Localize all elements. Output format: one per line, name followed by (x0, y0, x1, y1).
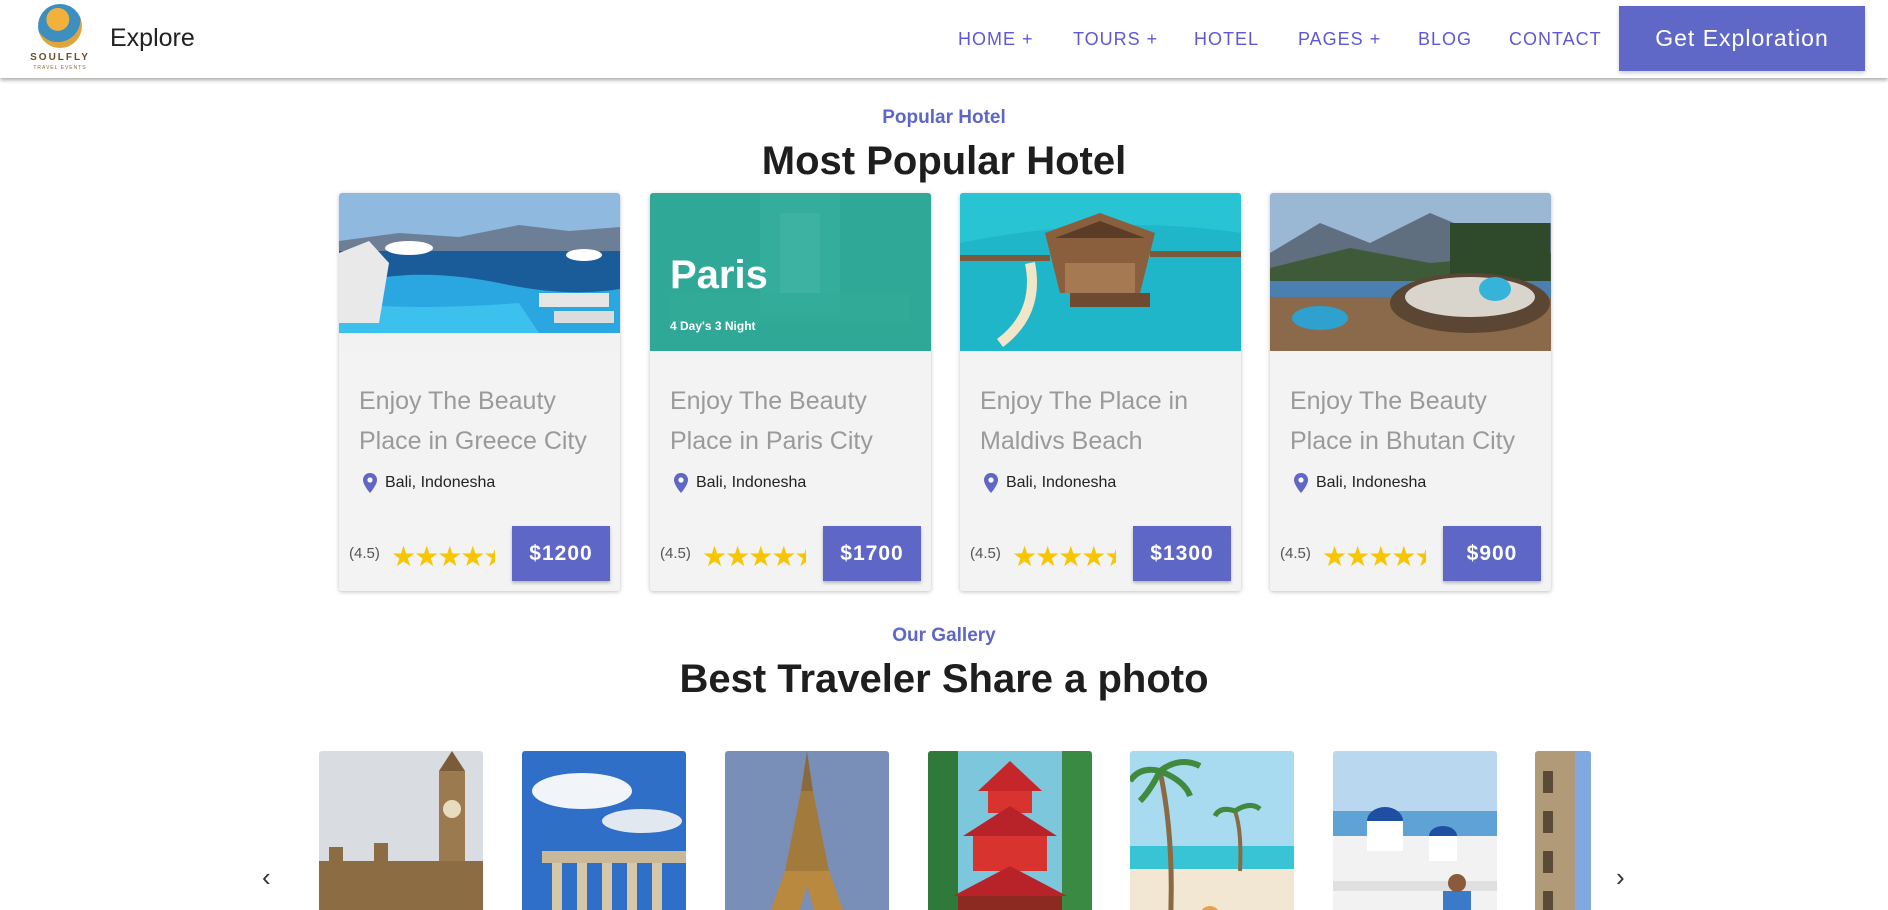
location-text: Bali, Indonesha (385, 474, 496, 491)
paris-hotel-image: Paris 4 Day's 3 Night (650, 193, 931, 351)
price-button[interactable]: $1200 (512, 526, 610, 581)
price-button[interactable]: $1300 (1133, 526, 1231, 581)
logo-tagline: TRAVEL EVENTS (33, 65, 87, 71)
maldives-hotel-image (960, 193, 1241, 351)
rating-value: (4.5) (349, 545, 380, 562)
map-pin-icon (984, 473, 998, 493)
navbar: SOULFLY TRAVEL EVENTS Explore HOME + TOU… (0, 0, 1888, 78)
nav-pages[interactable]: PAGES + (1298, 29, 1381, 50)
star-rating-icon: ★★★★★ (1012, 543, 1116, 571)
chevron-left-icon[interactable]: ‹ (262, 862, 271, 893)
card-location: Bali, Indonesha (674, 473, 806, 493)
hotel-card-paris[interactable]: Paris 4 Day's 3 Night Enjoy The Beauty P… (650, 193, 931, 591)
card-location: Bali, Indonesha (363, 473, 495, 493)
map-pin-icon (1294, 473, 1308, 493)
get-exploration-button[interactable]: Get Exploration (1619, 6, 1865, 71)
gallery-kicker: Our Gallery (892, 625, 996, 646)
nav-contact[interactable]: CONTACT (1509, 29, 1602, 50)
popular-heading: Most Popular Hotel (761, 139, 1127, 183)
star-rating-icon: ★★★★★ (1322, 543, 1426, 571)
gallery-photo-parthenon[interactable] (522, 751, 686, 910)
hotel-card-greece[interactable]: Enjoy The Beauty Place in Greece City Ba… (339, 193, 620, 591)
map-pin-icon (363, 473, 377, 493)
star-rating-icon: ★★★★★ (702, 543, 806, 571)
gallery-photo-santorini[interactable] (1333, 751, 1497, 910)
nav-hotel[interactable]: HOTEL (1194, 29, 1259, 50)
location-text: Bali, Indonesha (1316, 474, 1427, 491)
logo-emblem-icon (38, 4, 82, 48)
overlay-duration: 4 Day's 3 Night (670, 319, 756, 333)
rating-value: (4.5) (1280, 545, 1311, 562)
chevron-right-icon[interactable]: › (1616, 862, 1625, 893)
overlay-city: Paris (670, 253, 768, 297)
card-title[interactable]: Enjoy The Beauty Place in Greece City (359, 381, 609, 461)
gallery-heading: Best Traveler Share a photo (679, 657, 1209, 701)
location-text: Bali, Indonesha (696, 474, 807, 491)
greece-hotel-image (339, 193, 620, 351)
star-rating-icon: ★★★★★ (391, 543, 495, 571)
nav-blog[interactable]: BLOG (1418, 29, 1472, 50)
card-title[interactable]: Enjoy The Place in Maldivs Beach (980, 381, 1230, 461)
soulfly-logo[interactable]: SOULFLY TRAVEL EVENTS (22, 4, 98, 74)
rating-value: (4.5) (660, 545, 691, 562)
location-text: Bali, Indonesha (1006, 474, 1117, 491)
hotel-card-maldives[interactable]: Enjoy The Place in Maldivs Beach Bali, I… (960, 193, 1241, 591)
gallery-photo-pagoda[interactable] (928, 751, 1092, 910)
nav-home[interactable]: HOME + (958, 29, 1034, 50)
popular-kicker: Popular Hotel (882, 107, 1006, 128)
gallery-photo-building[interactable] (1535, 751, 1591, 910)
card-location: Bali, Indonesha (1294, 473, 1426, 493)
hotel-card-bhutan[interactable]: Enjoy The Beauty Place in Bhutan City Ba… (1270, 193, 1551, 591)
price-button[interactable]: $900 (1443, 526, 1541, 581)
logo-wordmark: SOULFLY (30, 52, 90, 63)
brand-name[interactable]: Explore (110, 24, 195, 53)
price-button[interactable]: $1700 (823, 526, 921, 581)
card-location: Bali, Indonesha (984, 473, 1116, 493)
gallery-photo-beach[interactable] (1130, 751, 1294, 910)
gallery-photo-eiffel-tower[interactable] (725, 751, 889, 910)
bhutan-hotel-image (1270, 193, 1551, 351)
card-title[interactable]: Enjoy The Beauty Place in Bhutan City (1290, 381, 1540, 461)
map-pin-icon (674, 473, 688, 493)
gallery-photo-big-ben[interactable] (319, 751, 483, 910)
card-title[interactable]: Enjoy The Beauty Place in Paris City (670, 381, 920, 461)
rating-value: (4.5) (970, 545, 1001, 562)
nav-tours[interactable]: TOURS + (1073, 29, 1158, 50)
